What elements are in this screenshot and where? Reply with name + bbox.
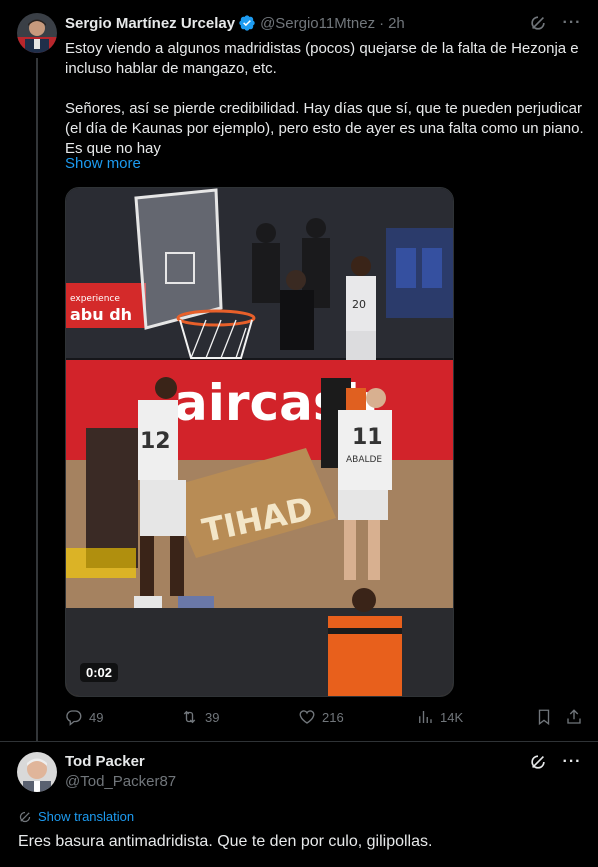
show-translation-label: Show translation xyxy=(38,809,135,824)
like-count: 216 xyxy=(322,709,344,725)
share-icon xyxy=(567,709,581,724)
more-icon[interactable]: ··· xyxy=(562,13,582,33)
video-duration: 0:02 xyxy=(80,663,119,682)
player-number: 20 xyxy=(352,298,366,311)
player-number: 11 xyxy=(352,425,383,450)
grok-icon[interactable] xyxy=(528,752,548,772)
tweet-actions: 49 39 216 14K xyxy=(65,708,585,730)
separator-dot: · xyxy=(379,14,385,32)
avatar[interactable] xyxy=(17,13,57,53)
author-handle[interactable]: @Sergio11Mtnez xyxy=(260,15,375,32)
author-name[interactable]: Tod Packer xyxy=(65,752,176,772)
tweet-header: Sergio Martínez Urcelay @Sergio11Mtnez ·… xyxy=(65,12,405,34)
tweet-text: Eres basura antimadridista. Que te den p… xyxy=(18,833,433,850)
thread-line xyxy=(36,58,38,742)
player-number: 12 xyxy=(140,429,171,454)
grok-icon[interactable] xyxy=(528,13,548,33)
tweet-top-actions: ··· xyxy=(528,752,582,772)
avatar[interactable] xyxy=(17,752,57,792)
verified-badge-icon xyxy=(239,15,255,31)
bookmark-button[interactable] xyxy=(535,708,559,726)
tweet-top-actions: ··· xyxy=(528,13,582,33)
retweet-button[interactable]: 39 xyxy=(180,708,219,726)
tweet-text-paragraph: Estoy viendo a algunos madridistas (poco… xyxy=(65,40,579,77)
views-count: 14K xyxy=(440,709,464,725)
player-name: ABALDE xyxy=(346,455,382,465)
tweet-text-paragraph: Señores, así se pierde credibilidad. Hay… xyxy=(65,100,584,157)
author-handle[interactable]: @Tod_Packer87 xyxy=(65,772,176,792)
reply-count: 49 xyxy=(89,709,104,725)
svg-text:experience: experience xyxy=(70,294,120,304)
show-translation-link[interactable]: Show translation xyxy=(18,809,134,824)
reply-button[interactable]: 49 xyxy=(65,708,103,726)
like-icon xyxy=(299,710,315,724)
views-button[interactable]: 14K xyxy=(416,708,463,726)
share-button[interactable] xyxy=(565,708,589,726)
tweet-header: Tod Packer @Tod_Packer87 xyxy=(65,752,176,792)
like-button[interactable]: 216 xyxy=(298,708,344,726)
more-icon[interactable]: ··· xyxy=(562,752,582,772)
show-more-link[interactable]: Show more xyxy=(65,155,141,172)
bookmark-icon xyxy=(538,709,550,726)
retweet-icon xyxy=(183,710,196,724)
svg-text:abu dh: abu dh xyxy=(70,305,132,324)
timestamp[interactable]: 2h xyxy=(388,15,405,32)
reply-icon xyxy=(66,710,82,726)
video-player[interactable]: 20 experience abu dh aircash TIHAD 12 11… xyxy=(65,187,454,697)
author-name[interactable]: Sergio Martínez Urcelay xyxy=(65,15,235,32)
tweet-text: Estoy viendo a algunos madridistas (poco… xyxy=(65,39,585,159)
divider xyxy=(0,741,598,742)
translate-icon xyxy=(19,811,31,822)
retweet-count: 39 xyxy=(205,709,220,725)
views-icon xyxy=(419,711,432,723)
video-frame: 20 experience abu dh aircash TIHAD 12 11… xyxy=(66,188,453,696)
